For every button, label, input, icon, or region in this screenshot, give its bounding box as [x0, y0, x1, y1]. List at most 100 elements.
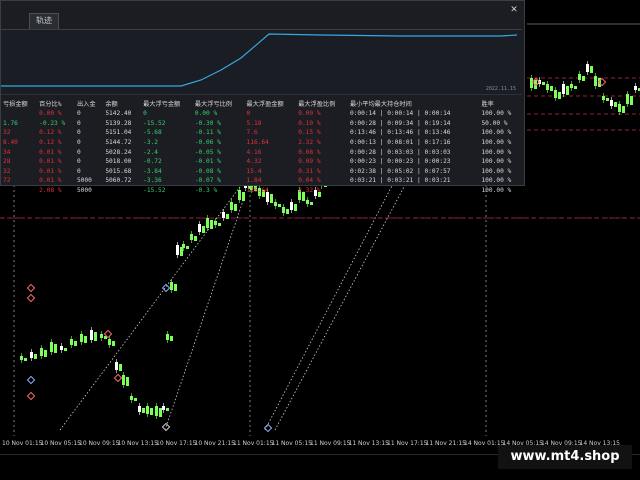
stats-cell-mfgp: 0.08 %	[298, 148, 321, 156]
candle-body	[94, 332, 97, 341]
stats-cell-time: 0:02:38 | 0:05:02 | 0:07:57	[349, 167, 451, 175]
trade-marker	[26, 293, 36, 303]
stats-cell-mfl: -3.2	[143, 139, 159, 147]
stats-cell-pct: 2.08 %	[39, 187, 62, 195]
stats-row: 8.40 0.12 % 0 5144.72 -3.2 -0.06 % 116.64 2.32 …	[1, 138, 522, 148]
stats-cell-pct: 0.12 %	[39, 129, 62, 137]
stats-cell-mfl: -0.72	[143, 158, 162, 166]
stats-cell-mflp: -0.08 %	[194, 167, 221, 175]
stats-cell-win: 50.00 %	[481, 119, 508, 127]
stats-cell-io: 5000	[76, 177, 92, 185]
candle-body	[182, 244, 185, 248]
close-icon[interactable]: ✕	[508, 4, 520, 16]
stats-cell-mfl: 0	[143, 110, 147, 118]
stats-cell-mflp: -0.30 %	[194, 119, 221, 127]
stats-row: 72 0.01 % 5000 5060.72 -3.36 -0.07 % 1.84 0.04 …	[1, 176, 522, 186]
stats-cell-io: 0	[76, 139, 81, 147]
stats-row: 32 0.12 % 0 5151.04 -5.68 -0.11 % 7.6 0.15 % 0:1…	[1, 128, 522, 138]
stats-cell-win: 100.00 %	[481, 158, 512, 166]
candle-body	[119, 364, 122, 371]
stats-cell-mfgp: 0.15 %	[298, 129, 321, 137]
candle-body	[234, 204, 237, 211]
stats-row: 2.08 % 5000 -15.52 -0.3 % 116.64 2.32 % 100.00…	[1, 186, 522, 196]
candle-body	[134, 398, 137, 401]
header-max-float-gain-pct: 最大浮盈比例	[298, 100, 336, 108]
header-win-rate: 胜率	[481, 100, 494, 108]
candle-body	[180, 247, 183, 256]
stats-cell-bal: 5028.24	[105, 148, 132, 156]
header-balance: 余额	[105, 100, 118, 108]
trend-line	[264, 179, 396, 431]
header-max-float-gain: 最大浮盈金额	[246, 100, 284, 108]
stats-cell-mfg: 116.64	[246, 187, 269, 195]
stats-cell-pct: 0.12 %	[39, 139, 62, 147]
time-axis-label: 10 Nov 17:15	[156, 440, 197, 447]
stats-row: 32 0.01 % 0 5015.68 -3.84 -0.08 % 15.4 0.31 % 0:…	[1, 167, 522, 177]
candle-body	[30, 352, 33, 358]
candle-body	[562, 84, 565, 94]
trade-marker	[26, 283, 36, 293]
stats-cell-mfg: 116.64	[246, 139, 269, 147]
candle-body	[20, 356, 23, 360]
candle-body	[610, 100, 613, 106]
stats-cell-mfgp: 0.10 %	[298, 119, 321, 127]
candle-body	[130, 396, 133, 400]
candle-body	[84, 336, 87, 343]
time-axis-label: 10 Nov 01:15	[2, 440, 43, 447]
candle-body	[159, 408, 162, 417]
time-axis-label: 10 Nov 13:15	[117, 440, 158, 447]
backtest-report-window[interactable]: 轨迹 ✕ 2022.11.15 亏损金额 百分比% 出入金 余额 最大浮亏金额 …	[0, 0, 525, 194]
time-axis-label: 11 Nov 17:15	[387, 440, 428, 447]
stats-cell-win: 100.00 %	[481, 187, 512, 195]
header-pct: 百分比%	[39, 100, 62, 108]
stats-cell-mfgp: 2.32 %	[298, 187, 321, 195]
stats-cell-io: 0	[76, 129, 81, 137]
stats-cell-mfl: -15.52	[143, 119, 166, 127]
tab-trajectory[interactable]: 轨迹	[29, 13, 59, 29]
time-axis-label: 11 Nov 01:15	[233, 440, 274, 447]
stats-cell-loss	[1, 109, 37, 119]
stats-cell-pct: 0.01 %	[39, 158, 62, 166]
stats-cell-io: 0	[76, 119, 81, 127]
candle-body	[590, 66, 593, 73]
candle-body	[186, 246, 189, 249]
stats-table: 亏损金额 百分比% 出入金 余额 最大浮亏金额 最大浮亏比例 最大浮盈金额 最大…	[1, 97, 522, 195]
stats-cell-bal: 5060.72	[105, 177, 132, 185]
candle-body	[174, 284, 177, 291]
stats-row: 1.76 -0.23 % 0 5139.28 -15.52 -0.30 % 5.18 0.10…	[1, 119, 522, 129]
candle-body	[176, 245, 179, 255]
stats-cell-mflp: -0.11 %	[194, 129, 221, 137]
stats-cell-mfl: -2.4	[143, 148, 159, 156]
time-axis-label: 10 Nov 09:15	[79, 440, 120, 447]
time-axis-label: 11 Nov 09:15	[310, 440, 351, 447]
candle-body	[126, 377, 129, 386]
candle-body	[112, 341, 115, 346]
stats-cell-time: 0:13:46 | 0:13:46 | 0:13:46	[349, 129, 451, 137]
candle-body	[64, 348, 67, 351]
candle-body	[74, 341, 77, 346]
candle-body	[202, 226, 205, 233]
candle-body	[24, 358, 27, 361]
candle-body	[138, 406, 141, 412]
stats-cell-mfgp: 0.31 %	[298, 167, 321, 175]
stats-cell-io: 5000	[76, 187, 92, 195]
candle-body	[594, 76, 597, 86]
stats-cell-mfg: 7.6	[246, 129, 258, 137]
candle-body	[306, 200, 309, 204]
stats-cell-bal: 5144.72	[105, 139, 132, 147]
candle-body	[162, 406, 165, 410]
candle-body	[582, 76, 585, 81]
candle-body	[614, 102, 617, 107]
stats-cell-bal: 5142.40	[105, 110, 132, 118]
candle-body	[166, 334, 169, 340]
candle-body	[278, 204, 281, 207]
candle-body	[222, 212, 225, 218]
candle-body	[310, 202, 313, 205]
candle-body	[155, 406, 158, 416]
stats-cell-loss: 72	[3, 177, 11, 185]
candle-body	[60, 346, 63, 350]
candle-body	[115, 362, 118, 370]
candle-body	[170, 282, 173, 290]
candle-body	[558, 92, 561, 99]
candle-body	[146, 406, 149, 414]
